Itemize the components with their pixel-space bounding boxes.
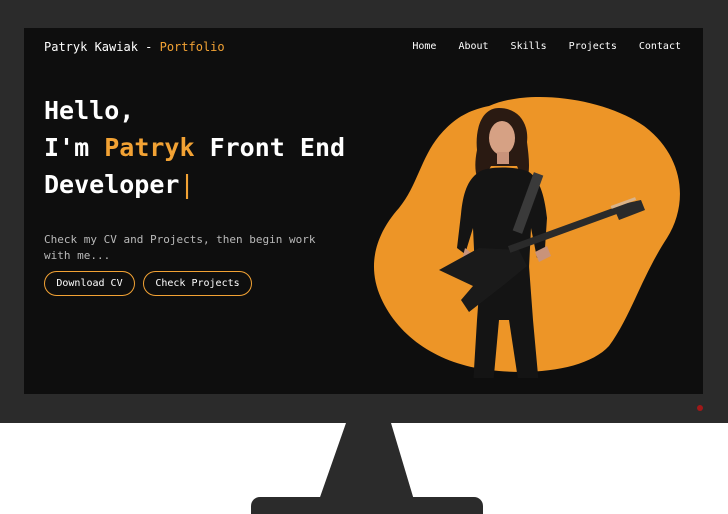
- hero-portrait-image: [373, 96, 680, 378]
- check-projects-button[interactable]: Check Projects: [143, 271, 252, 296]
- nav-projects[interactable]: Projects: [569, 41, 617, 52]
- hero-heading: Hello, I'm Patryk Front End Developer|: [44, 92, 345, 203]
- nav-skills[interactable]: Skills: [511, 41, 547, 52]
- hero-tagline: Check my CV and Projects, then begin wor…: [44, 233, 316, 262]
- nav-about[interactable]: About: [458, 41, 488, 52]
- nav-home[interactable]: Home: [412, 41, 436, 52]
- brand-accent: Portfolio: [159, 40, 225, 54]
- portfolio-screen: Patryk Kawiak - Portfolio Home About Ski…: [24, 28, 703, 394]
- main-nav: Home About Skills Projects Contact: [412, 41, 681, 52]
- nav-contact[interactable]: Contact: [639, 41, 681, 52]
- brand-name: Patryk Kawiak -: [44, 40, 160, 54]
- hero-greeting: Hello,: [44, 96, 135, 125]
- site-brand[interactable]: Patryk Kawiak - Portfolio: [44, 40, 225, 54]
- typing-cursor: |: [179, 170, 195, 199]
- hero-intro-prefix: I'm: [44, 133, 105, 162]
- hero-name: Patryk: [104, 133, 195, 162]
- power-indicator: [697, 405, 703, 411]
- monitor-stand-base: [251, 497, 483, 514]
- monitor-mockup: Patryk Kawiak - Portfolio Home About Ski…: [0, 0, 728, 514]
- download-cv-button[interactable]: Download CV: [44, 271, 135, 296]
- hero-role: Front End: [194, 133, 346, 162]
- monitor-stand-neck: [319, 423, 414, 500]
- hero-role-line-2: Developer: [44, 170, 180, 199]
